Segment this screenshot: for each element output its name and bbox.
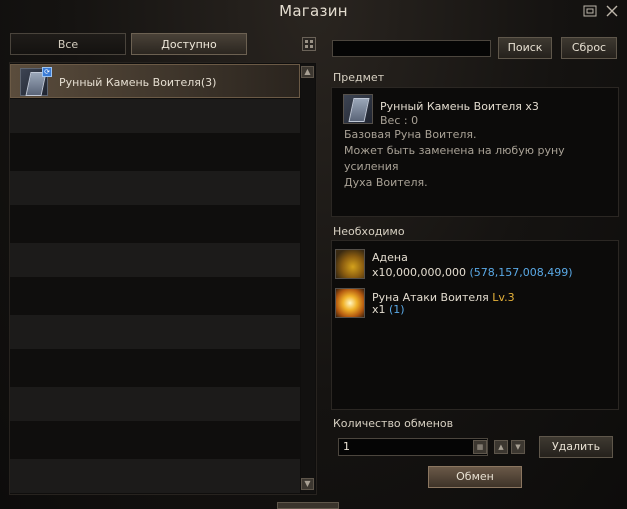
quantity-input[interactable]: 1	[338, 438, 488, 456]
owned-value: (1)	[389, 303, 405, 316]
weight-value: 0	[411, 114, 419, 127]
required-item-qty: x10,000,000,000 (578,157,008,499)	[372, 266, 573, 279]
adena-icon	[335, 249, 365, 279]
view-grid-icon[interactable]	[302, 37, 316, 51]
list-row-empty	[10, 315, 300, 349]
tab-bar: Все Доступно	[10, 33, 250, 55]
description-line: Базовая Руна Воителя.	[344, 128, 477, 141]
item-list: ⟳ Рунный Камень Воителя(3) ▲ ▼	[9, 62, 317, 495]
qty-value: x1	[372, 303, 386, 316]
tab-all[interactable]: Все	[10, 33, 126, 55]
item-title: Рунный Камень Воителя x3	[380, 100, 539, 113]
search-input[interactable]	[332, 40, 491, 57]
decrement-icon[interactable]: ▼	[511, 440, 525, 454]
bottom-handle	[277, 502, 339, 509]
delete-button[interactable]: Удалить	[539, 436, 613, 458]
shop-window: Магазин Все Доступно ⟳ Рунный Камень Вои…	[0, 0, 627, 509]
reset-button[interactable]: Сброс	[561, 37, 617, 59]
attack-rune-icon	[335, 288, 365, 318]
close-icon[interactable]	[604, 4, 620, 20]
title-bar: Магазин	[0, 0, 627, 26]
list-item[interactable]: ⟳ Рунный Камень Воителя(3)	[10, 64, 300, 98]
search-button[interactable]: Поиск	[498, 37, 552, 59]
rune-stone-icon	[343, 94, 373, 124]
description-line: Духа Воителя.	[344, 176, 428, 189]
exchange-count-label: Количество обменов	[333, 417, 454, 430]
owned-value: (578,157,008,499)	[469, 266, 573, 279]
minimize-icon[interactable]	[582, 4, 598, 20]
item-section-label: Предмет	[333, 71, 385, 84]
item-weight: Вес : 0	[380, 114, 418, 127]
list-row-empty	[10, 387, 300, 421]
required-item-qty: x1 (1)	[372, 303, 405, 316]
weight-separator: :	[403, 114, 408, 127]
description-line: Может быть заменена на любую руну усилен…	[344, 144, 565, 173]
scroll-down-icon[interactable]: ▼	[301, 478, 314, 490]
list-row-empty	[10, 99, 300, 133]
window-title: Магазин	[279, 2, 348, 20]
list-item-name: Рунный Камень Воителя(3)	[59, 76, 217, 89]
level-badge: Lv.3	[492, 291, 515, 304]
weight-label: Вес	[380, 114, 401, 127]
scroll-up-icon[interactable]: ▲	[301, 66, 314, 78]
qty-value: x10,000,000,000	[372, 266, 466, 279]
increment-icon[interactable]: ▲	[494, 440, 508, 454]
list-scrollbar[interactable]: ▲ ▼	[301, 64, 315, 493]
refresh-badge-icon: ⟳	[42, 67, 52, 77]
calculator-icon[interactable]: ▦	[473, 440, 487, 454]
required-section-label: Необходимо	[333, 225, 405, 238]
list-row-empty	[10, 459, 300, 493]
list-row-empty	[10, 243, 300, 277]
exchange-button[interactable]: Обмен	[428, 466, 522, 488]
list-row-empty	[10, 171, 300, 205]
tab-available[interactable]: Доступно	[131, 33, 247, 55]
required-item-name: Адена	[372, 251, 408, 264]
item-description: Базовая Руна Воителя. Может быть заменен…	[344, 127, 614, 191]
